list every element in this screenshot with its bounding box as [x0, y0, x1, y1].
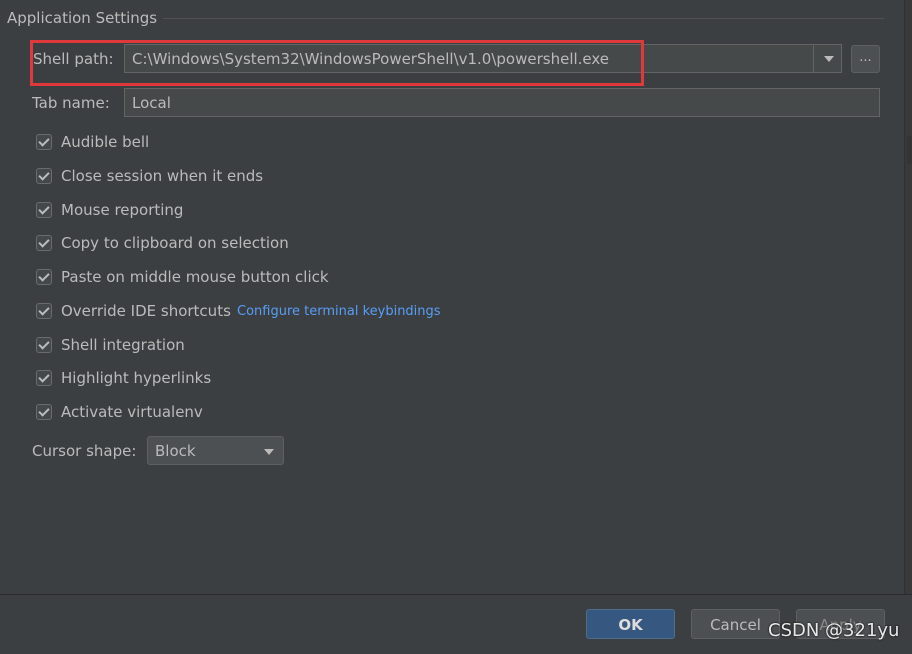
checkmark-icon[interactable]	[36, 168, 52, 184]
cursor-shape-select[interactable]: Block	[147, 436, 284, 465]
section-divider	[163, 18, 884, 19]
option-label: Audible bell	[61, 133, 150, 151]
settings-panel: Application Settings Shell path: C:\Wind…	[0, 0, 912, 654]
cursor-shape-label: Cursor shape:	[32, 442, 137, 460]
combo-separator	[813, 45, 814, 72]
checkmark-icon[interactable]	[36, 370, 52, 386]
scrollbar-thumb[interactable]	[907, 136, 912, 164]
cursor-shape-value[interactable]: Block	[155, 441, 196, 461]
option-label: Highlight hyperlinks	[61, 369, 212, 387]
cancel-button[interactable]: Cancel	[691, 609, 780, 639]
tab-name-input[interactable]	[124, 88, 880, 117]
shell-path-combo[interactable]: C:\Windows\System32\WindowsPowerShell\v1…	[124, 44, 842, 73]
option-label: Copy to clipboard on selection	[61, 234, 289, 252]
checkmark-icon[interactable]	[36, 303, 52, 319]
option-label: Mouse reporting	[61, 201, 184, 219]
option-label: Shell integration	[61, 336, 185, 354]
ok-button[interactable]: OK	[586, 609, 675, 639]
scrollbar-track[interactable]	[904, 0, 912, 594]
option-label: Close session when it ends	[61, 167, 264, 185]
chevron-down-icon[interactable]	[264, 449, 274, 455]
option-label: Paste on middle mouse button click	[61, 268, 329, 286]
checkmark-icon[interactable]	[36, 337, 52, 353]
section-title: Application Settings	[7, 9, 158, 27]
checkmark-icon[interactable]	[36, 235, 52, 251]
checkmark-icon[interactable]	[36, 134, 52, 150]
option-label: Activate virtualenv	[61, 403, 203, 421]
shell-path-value[interactable]: C:\Windows\System32\WindowsPowerShell\v1…	[132, 49, 609, 69]
configure-keybindings-link[interactable]: Configure terminal keybindings	[237, 303, 441, 321]
checkmark-icon[interactable]	[36, 404, 52, 420]
checkmark-icon[interactable]	[36, 269, 52, 285]
browse-button[interactable]: ...	[851, 45, 880, 73]
option-label: Override IDE shortcuts	[61, 302, 231, 320]
tab-name-label: Tab name:	[32, 94, 110, 112]
checkmark-icon[interactable]	[36, 202, 52, 218]
chevron-down-icon[interactable]	[824, 56, 834, 62]
footer-divider	[0, 594, 912, 595]
watermark: CSDN @321yu	[768, 620, 900, 641]
shell-path-label: Shell path:	[33, 50, 114, 68]
